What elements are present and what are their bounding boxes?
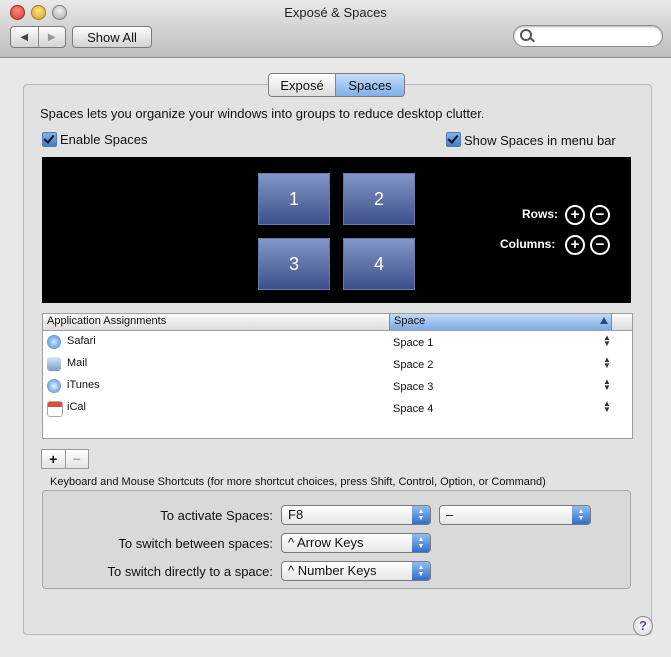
switch-between-label: To switch between spaces: <box>118 536 273 551</box>
space-tile-4[interactable]: 4 <box>343 238 415 290</box>
window-title: Exposé & Spaces <box>284 5 387 20</box>
table-row[interactable]: Safari Space 1 ▲ ▼ <box>43 331 632 353</box>
table-row[interactable]: iCal Space 4 ▲ ▼ <box>43 397 632 419</box>
column-header-application[interactable]: Application Assignments <box>47 315 166 327</box>
shortcuts-box: To activate Spaces: F8 ▲ ▼ – ▲ ▼ To switch… <box>42 490 631 589</box>
space-stepper-icon[interactable]: ▲ ▼ <box>603 400 611 414</box>
popup-arrows-icon: ▲ ▼ <box>412 506 430 524</box>
remove-assignment-button[interactable]: − <box>64 450 89 468</box>
shortcuts-section-title: Keyboard and Mouse Shortcuts (for more s… <box>50 476 546 488</box>
show-all-button[interactable]: Show All <box>72 26 152 48</box>
space-tile-2[interactable]: 2 <box>343 173 415 225</box>
sort-ascending-icon <box>600 317 608 324</box>
columns-label: Columns: <box>500 237 556 251</box>
tab-bar: Exposé Spaces <box>268 73 405 97</box>
enable-spaces-checkbox[interactable] <box>42 132 57 147</box>
popup-arrows-icon: ▲ ▼ <box>572 506 590 524</box>
switch-between-popup[interactable]: ^ Arrow Keys ▲ ▼ <box>281 533 431 553</box>
add-row-button[interactable]: + <box>565 205 585 225</box>
help-icon: ? <box>639 618 647 633</box>
column-header-spacer <box>611 314 633 330</box>
mail-icon <box>47 357 61 371</box>
remove-column-button[interactable]: − <box>590 235 610 255</box>
show-in-menu-bar-label[interactable]: Show Spaces in menu bar <box>464 133 616 148</box>
plus-icon: + <box>570 236 580 253</box>
space-tile-3[interactable]: 3 <box>258 238 330 290</box>
popup-arrows-icon: ▲ ▼ <box>412 534 430 552</box>
space-stepper-icon[interactable]: ▲ ▼ <box>603 378 611 392</box>
space-stepper-icon[interactable]: ▲ ▼ <box>603 334 611 348</box>
help-button[interactable]: ? <box>633 616 653 636</box>
forward-button[interactable]: ▶ <box>37 27 66 47</box>
popup-arrows-icon: ▲ ▼ <box>412 562 430 580</box>
activate-spaces-label: To activate Spaces: <box>160 508 273 523</box>
ical-icon <box>47 401 63 417</box>
enable-spaces-label[interactable]: Enable Spaces <box>60 132 147 147</box>
rows-label: Rows: <box>522 207 558 221</box>
safari-icon <box>47 335 61 349</box>
switch-directly-label: To switch directly to a space: <box>107 564 273 579</box>
plus-icon: + <box>570 206 580 223</box>
column-header-space[interactable]: Space <box>389 314 611 330</box>
activate-spaces-mouse-popup[interactable]: – ▲ ▼ <box>439 505 591 525</box>
back-arrow-icon: ◀ <box>20 31 29 43</box>
remove-row-button[interactable]: − <box>590 205 610 225</box>
spaces-grid: 1 2 3 4 Rows: + − Columns: + − <box>42 157 631 303</box>
search-icon <box>520 29 532 41</box>
space-tile-1[interactable]: 1 <box>258 173 330 225</box>
search-field[interactable] <box>513 25 663 47</box>
add-assignment-button[interactable]: + <box>42 450 65 468</box>
show-in-menu-bar-checkbox[interactable] <box>446 132 461 147</box>
switch-directly-popup[interactable]: ^ Number Keys ▲ ▼ <box>281 561 431 581</box>
minus-icon: − <box>595 236 605 253</box>
tab-spaces[interactable]: Spaces <box>335 74 404 96</box>
add-remove-control: + − <box>41 449 89 469</box>
add-column-button[interactable]: + <box>565 235 585 255</box>
back-forward-control: ◀ ▶ <box>10 26 66 48</box>
space-stepper-icon[interactable]: ▲ ▼ <box>603 356 611 370</box>
title-bar: Exposé & Spaces ◀ ▶ Show All <box>0 0 671 58</box>
tab-expose[interactable]: Exposé <box>269 74 335 96</box>
forward-arrow-icon: ▶ <box>47 31 56 43</box>
search-input[interactable] <box>536 28 658 44</box>
table-row[interactable]: Mail Space 2 ▲ ▼ <box>43 353 632 375</box>
back-button[interactable]: ◀ <box>11 27 38 47</box>
table-header: Application Assignments Space <box>43 314 632 331</box>
activate-spaces-key-popup[interactable]: F8 ▲ ▼ <box>281 505 431 525</box>
table-row[interactable]: iTunes Space 3 ▲ ▼ <box>43 375 632 397</box>
minus-icon: − <box>595 206 605 223</box>
application-assignments-table: Application Assignments Space Safari Spa… <box>42 313 633 439</box>
spaces-description: Spaces lets you organize your windows in… <box>40 106 485 121</box>
itunes-icon <box>47 379 61 393</box>
